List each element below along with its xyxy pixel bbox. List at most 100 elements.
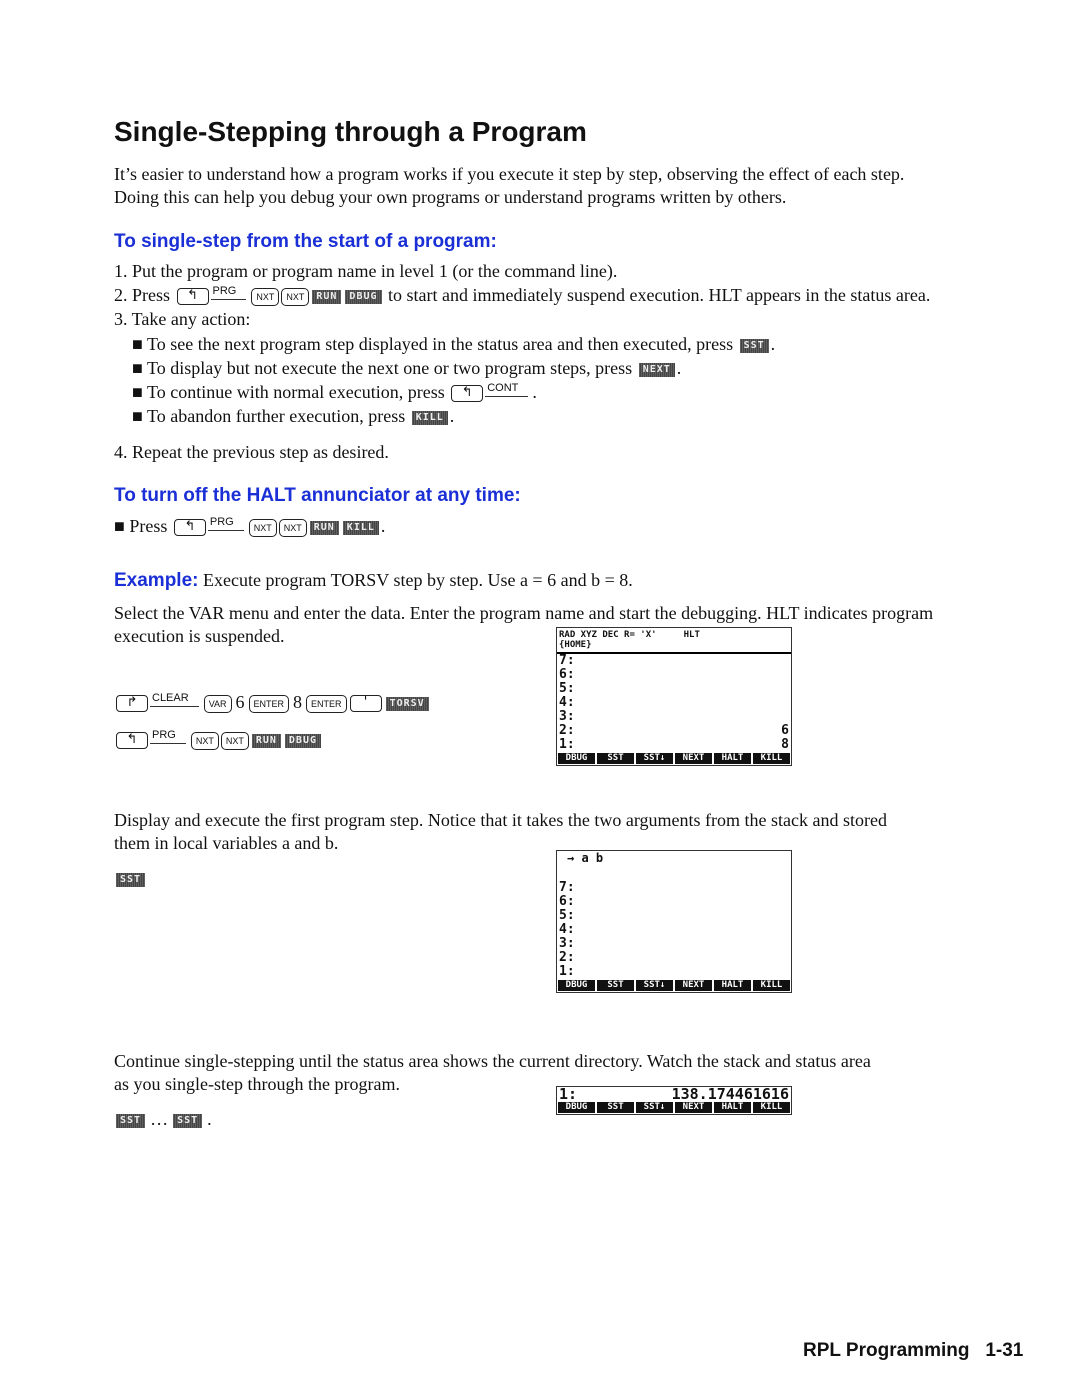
stack-level: 7: xyxy=(557,654,791,668)
stack-level: 1: 138.174461616 xyxy=(557,1085,791,1103)
key-enter[interactable]: ENTER xyxy=(306,694,347,713)
stack-level: 6: xyxy=(557,668,791,682)
left-shift-key-icon[interactable]: ↰ xyxy=(116,732,148,750)
level-value: 138.174461616 xyxy=(671,1085,789,1103)
keystrokes-3: SST xyxy=(114,868,147,889)
level-number: 7: xyxy=(559,653,575,668)
level-number: 1: xyxy=(559,964,575,979)
softkey-sst[interactable]: SST xyxy=(739,338,769,353)
text: 6 xyxy=(235,692,245,712)
text: 8 xyxy=(293,692,303,712)
softkey-kill[interactable]: KILL xyxy=(411,410,448,425)
page-footer: RPL Programming 1-31 xyxy=(803,1340,1024,1361)
menu-label: KILL xyxy=(753,1102,790,1113)
menu-label: SST↓ xyxy=(636,1102,673,1113)
step-4: 4. Repeat the previous step as desired. xyxy=(114,442,389,462)
document-page: Single-Stepping through a Program It’s e… xyxy=(0,0,1080,1397)
softkey-dbug[interactable]: DBUG xyxy=(284,733,321,748)
stack-level: 5: xyxy=(557,909,791,923)
softkey-run[interactable]: RUN xyxy=(309,520,339,535)
stack-level: 4: xyxy=(557,696,791,710)
left-shift-key-icon[interactable]: ↰ xyxy=(176,288,209,306)
menu-label: DBUG xyxy=(558,980,595,991)
key-nxt[interactable]: NXT xyxy=(281,287,310,306)
shifted-label-clear: CLEAR xyxy=(150,692,199,707)
calculator-screen-2: → a b 7: 6: 5: 4: 3: 2: 1: DBUG SST SST↓ NEXT HALT… xyxy=(556,850,792,993)
menu-label: HALT xyxy=(714,980,751,991)
tick-key[interactable]: ' xyxy=(349,695,382,713)
level-number: 1: xyxy=(559,737,575,752)
stack-level: 2: 6 xyxy=(557,724,791,738)
stack-level: 5: xyxy=(557,682,791,696)
shifted-label-prg: PRG xyxy=(150,729,186,744)
softkey-next[interactable]: NEXT xyxy=(638,362,675,377)
example-para-1-line-2: execution is suspended. xyxy=(114,626,285,646)
level-number: 4: xyxy=(559,695,575,710)
level-number: 2: xyxy=(559,723,575,738)
shifted-label-cont: CONT xyxy=(485,382,529,397)
menu-label: KILL xyxy=(753,753,790,764)
bullet-item: ■ To see the next program step displayed… xyxy=(132,334,776,354)
text: . xyxy=(207,1109,212,1129)
menu-label: DBUG xyxy=(558,753,595,764)
section-heading-halt: To turn off the HALT annunciator at any … xyxy=(114,485,521,506)
calculator-screen-3: 1: 138.174461616 DBUG SST SST↓ NEXT HALT KILL xyxy=(556,1086,792,1115)
section-heading-single-step: To single-step from the start of a progr… xyxy=(114,231,497,252)
key-nxt[interactable]: NXT xyxy=(190,731,219,750)
stack-level: 6: xyxy=(557,895,791,909)
softkey-dbug[interactable]: DBUG xyxy=(345,289,382,304)
softkey-sst[interactable]: SST xyxy=(116,1113,146,1128)
stack-level: 3: xyxy=(557,937,791,951)
intro-line-1: It’s easier to understand how a program … xyxy=(114,164,905,184)
example-para-1-line-1: Select the VAR menu and enter the data. … xyxy=(114,603,934,623)
softkey-run[interactable]: RUN xyxy=(251,733,281,748)
level-number: 6: xyxy=(559,894,575,909)
key-nxt[interactable]: NXT xyxy=(278,518,307,537)
level-number: 3: xyxy=(559,709,575,724)
menu-label: KILL xyxy=(753,980,790,991)
status-line-1: → a b xyxy=(567,851,604,865)
menu-label: SST↓ xyxy=(636,980,673,991)
keystrokes-4: SST … SST. xyxy=(114,1109,215,1130)
bullet-item: ■ To continue with normal execution, pre… xyxy=(132,382,537,403)
left-shift-key-icon[interactable]: ↰ xyxy=(451,385,484,403)
right-shift-key-icon[interactable]: ↱ xyxy=(116,695,148,713)
menu-label: DBUG xyxy=(558,1102,595,1113)
status-line-1: RAD XYZ DEC R= 'X' HLT xyxy=(559,630,700,640)
softkey-sst[interactable]: SST xyxy=(116,872,146,887)
softkey-torsv[interactable]: TORSV xyxy=(385,696,429,711)
step-1: 1. Put the program or program name in le… xyxy=(114,261,618,281)
example-line: Example: Execute program TORSV step by s… xyxy=(114,570,633,591)
keystrokes-1: ↱ CLEAR VAR 6 ENTER 8 ENTER ' TORSV xyxy=(114,692,431,713)
key-var[interactable]: VAR xyxy=(203,694,232,713)
level-value: 8 xyxy=(781,737,789,752)
softkey-sst[interactable]: SST xyxy=(173,1113,203,1128)
page-title: Single-Stepping through a Program xyxy=(114,116,587,147)
menu-label: NEXT xyxy=(675,753,712,764)
menu-label: NEXT xyxy=(675,1102,712,1113)
level-number: 4: xyxy=(559,922,575,937)
softkey-run[interactable]: RUN xyxy=(312,289,342,304)
left-shift-key-icon[interactable]: ↰ xyxy=(173,519,206,537)
menu-label: HALT xyxy=(714,753,751,764)
key-nxt[interactable]: NXT xyxy=(251,287,280,306)
key-nxt[interactable]: NXT xyxy=(248,518,277,537)
menu-label: SST xyxy=(597,980,634,991)
keystrokes-2: ↰ PRG NXT NXT RUN DBUG xyxy=(114,729,323,750)
menu-label: NEXT xyxy=(675,980,712,991)
stack-level: 3: xyxy=(557,710,791,724)
example-para-3-line-2: as you single-step through the program. xyxy=(114,1074,400,1094)
level-number: 5: xyxy=(559,908,575,923)
level-number: 5: xyxy=(559,681,575,696)
calculator-screen-1: RAD XYZ DEC R= 'X' HLT {HOME} 7: 6: 5: 4: 3: 2… xyxy=(556,627,792,766)
softkey-kill[interactable]: KILL xyxy=(342,520,379,535)
level-number: 7: xyxy=(559,880,575,895)
example-para-2-line-1: Display and execute the first program st… xyxy=(114,810,887,830)
level-number: 6: xyxy=(559,667,575,682)
text: … xyxy=(150,1109,169,1129)
shifted-label-prg: PRG xyxy=(210,285,247,300)
key-nxt[interactable]: NXT xyxy=(220,731,249,750)
level-number: 3: xyxy=(559,936,575,951)
key-enter[interactable]: ENTER xyxy=(248,694,290,713)
step-3: 3. Take any action: xyxy=(114,309,251,329)
